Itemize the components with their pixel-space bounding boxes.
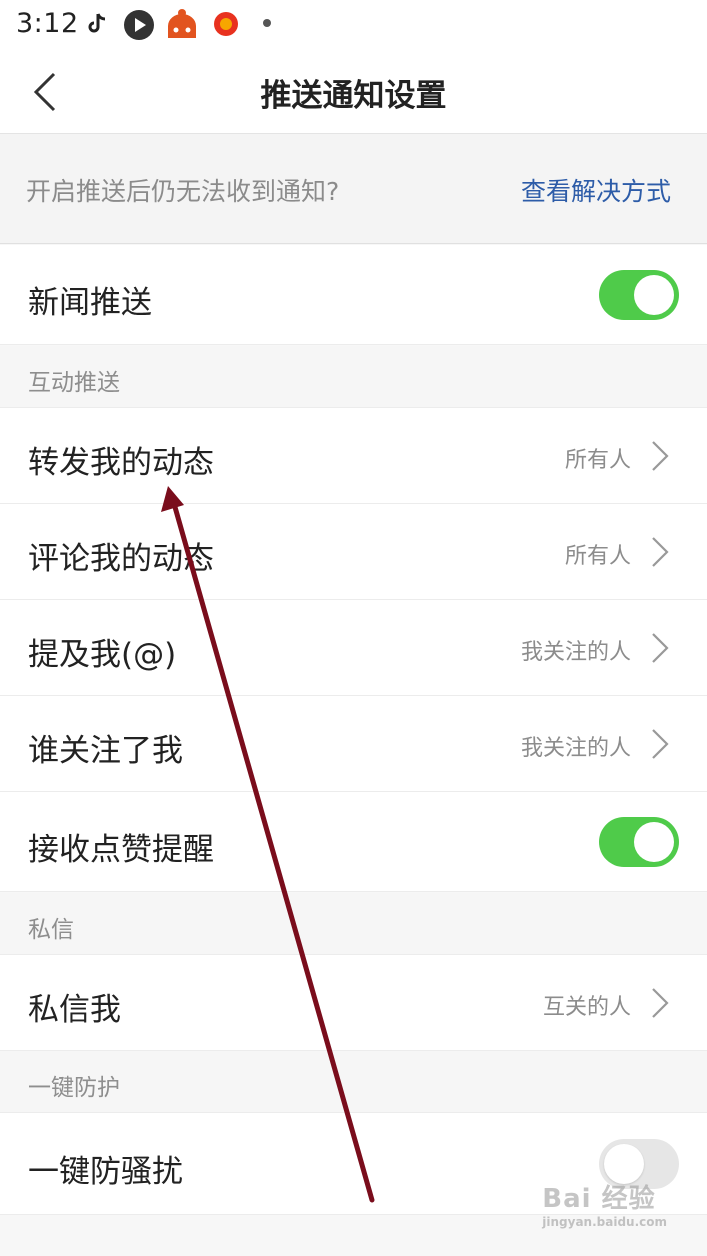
list-item-value: 我关注的人 (520, 736, 631, 761)
news-push-label: 新闻推送 (28, 285, 152, 321)
tip-text: 开启推送后仍无法收到通知? (26, 177, 340, 206)
list-item-label: 提及我(@) (28, 637, 177, 673)
watermark-sub: jingyan.baidu.com (542, 1215, 667, 1229)
list-item-label: 私信我 (28, 992, 121, 1028)
like-reminder-row: 接收点赞提醒 (0, 792, 707, 892)
news-app-icon (214, 12, 238, 36)
list-item-repost[interactable]: 转发我的动态 所有人 (0, 408, 707, 504)
solution-link[interactable]: 查看解决方式 (521, 172, 671, 208)
section-private-message: 私信 (0, 893, 707, 955)
news-push-row: 新闻推送 (0, 245, 707, 345)
section-interactive-title: 互动推送 (28, 370, 120, 396)
section-private-title: 私信 (28, 917, 74, 943)
list-item-label: 评论我的动态 (28, 541, 214, 577)
list-item-follower[interactable]: 谁关注了我 我关注的人 (0, 696, 707, 792)
toggle-knob (634, 822, 674, 862)
list-item-value: 互关的人 (542, 995, 631, 1020)
list-item-label: 转发我的动态 (28, 445, 214, 481)
section-interactive: 互动推送 (0, 346, 707, 408)
toggle-knob (634, 275, 674, 315)
list-item-label: 谁关注了我 (28, 733, 183, 769)
watermark: Bai 经验 jingyan.baidu.com (542, 1178, 667, 1229)
chevron-right-icon (652, 537, 669, 567)
chevron-right-icon (652, 633, 669, 663)
video-app-icon (124, 10, 154, 40)
status-time: 3:12 (16, 8, 79, 39)
chevron-right-icon (652, 988, 669, 1018)
anti-harass-label: 一键防骚扰 (28, 1154, 183, 1190)
list-item-mention[interactable]: 提及我(@) 我关注的人 (0, 600, 707, 696)
news-push-toggle[interactable] (599, 270, 679, 320)
chevron-right-icon (652, 729, 669, 759)
like-reminder-label: 接收点赞提醒 (28, 832, 214, 868)
screen: 3:12 推送通知设置 开启推送后仍无法收到通知? 查看解决方式 新闻推送 互动… (0, 0, 707, 1256)
section-protection: 一键防护 (0, 1051, 707, 1113)
list-item-value: 所有人 (564, 448, 631, 473)
page-title: 推送通知设置 (260, 78, 447, 114)
notification-dot-icon (263, 19, 271, 27)
tip-banner: 开启推送后仍无法收到通知? 查看解决方式 (0, 134, 707, 244)
chevron-right-icon (652, 441, 669, 471)
list-item-private-message[interactable]: 私信我 互关的人 (0, 955, 707, 1051)
list-item-comment[interactable]: 评论我的动态 所有人 (0, 504, 707, 600)
watermark-main: Bai 经验 (542, 1184, 656, 1214)
like-reminder-toggle[interactable] (599, 817, 679, 867)
section-protection-title: 一键防护 (28, 1075, 120, 1101)
shopping-app-icon (168, 9, 196, 38)
nav-bar: 推送通知设置 (0, 50, 707, 134)
tiktok-icon (88, 13, 106, 33)
status-bar: 3:12 (0, 0, 707, 50)
list-item-value: 我关注的人 (520, 640, 631, 665)
list-item-value: 所有人 (564, 544, 631, 569)
